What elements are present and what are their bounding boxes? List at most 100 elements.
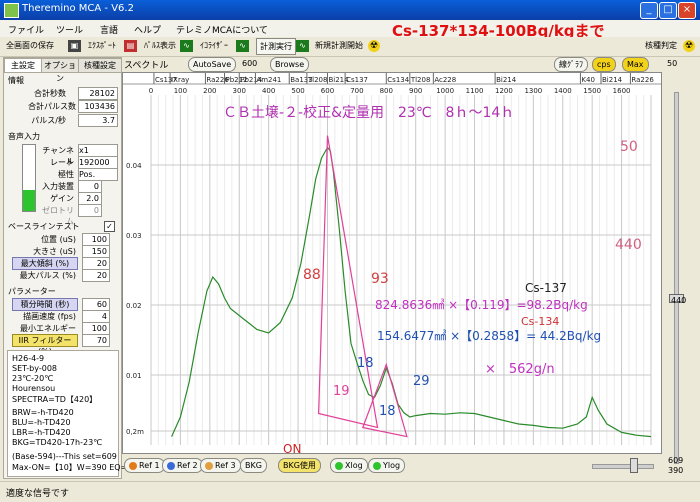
ref3-label: Ref 3 [215,461,236,470]
draw-speed-label: 描画速度 (fps) [23,312,76,321]
integration-time-button[interactable]: 積分時間 (秒) [12,298,78,311]
x-tick-label: 1300 [524,87,542,95]
polarity-label: 極性 [58,170,74,179]
tab-options[interactable]: オプション [41,58,79,83]
isotope-id-button[interactable]: 核種判定 [645,40,677,51]
menu-language[interactable]: 言語 [100,23,118,36]
radiation-icon-2[interactable]: ☢ [683,40,695,52]
title-bar: Theremino MCA - V6.2 _ □ × [0,0,700,20]
autosave-button[interactable]: AutoSave [188,57,237,72]
autosave-value[interactable]: 600 [242,59,257,68]
iir-filter-input[interactable]: 70 [82,334,110,347]
note-line: (Base-594)---This set=609 [12,452,117,461]
ref3-button[interactable]: Ref 3 [200,458,241,473]
iir-filter-button[interactable]: IIR フィルター (%) [12,334,78,356]
isotope-label: Bi214 [496,76,517,84]
max-width-label: 最大パルス (%) [19,271,76,280]
max-slope-button[interactable]: 最大傾斜 (%) [12,257,78,270]
max-width-input[interactable]: 20 [82,269,110,282]
ref3-led-icon [205,461,213,470]
scale-440-label: 440 [671,296,687,305]
run-button[interactable]: 計測実行 [256,38,296,55]
scale-390-label: 390 [668,466,684,475]
max-button[interactable]: Max [622,57,649,72]
status-bar: 適度な信号です [0,481,700,502]
isotope-labels: Cs137IXray Ra226Pb212Pb214Am241 Ba133Tl208… [153,73,654,84]
info-section-title: 情報 [8,76,24,85]
note-line: SPECTRA=TD【420】 [12,395,98,404]
line-graph-button[interactable]: 線ｸﾞﾗﾌ [554,57,588,72]
note-line: BRW=-h-TD420 [12,408,74,417]
save-all-button[interactable]: 全画面の保存 [6,40,54,51]
input-level-meter [22,144,36,212]
isotope-label: Tl208 [410,76,431,84]
close-button[interactable]: × [678,2,696,19]
ref1-button[interactable]: Ref 1 [124,458,165,473]
min-energy-label: 最小エネルギー [20,324,76,333]
ref1-led-icon [129,461,137,470]
annotation-440: 440 [615,237,642,253]
audio-section-title: 音声入力 [8,132,40,141]
note-line: 23℃-20℃ [12,374,54,383]
y-tick-label: 0.02 [126,302,142,310]
scale-609-label: 609 [668,456,684,465]
spectrum-svg[interactable]: Cs137IXray Ra226Pb212Pb214Am241 Ba133Tl208… [123,73,661,456]
note-line: Max-ON=【10】W=390 EQ=ON [12,463,140,472]
note-line: BLU=-h-TD420 [12,418,71,427]
export-button[interactable]: ｴｸｽﾎﾟｰﾄ [88,40,116,51]
tab-isotope-settings[interactable]: 核種設定 [78,58,122,73]
x-tick-label: 1500 [583,87,601,95]
x-tick-label: 200 [203,87,216,95]
app-icon [4,3,19,18]
pulse-icon[interactable]: ∿ [180,40,193,52]
menu-help[interactable]: ヘルプ [134,23,161,36]
bkg-button[interactable]: BKG [240,458,267,473]
settings-panel: 主設定 オプション 核種設定 情報 合計秒数 28102 合計パルス数 1034… [3,57,140,479]
tab-main-settings[interactable]: 主設定 [4,58,42,73]
annotation-cs137: Cs-137 [525,281,567,295]
annotation-cs137-equation: 824.8636㎣ ×【0.119】=98.2Bq/kg [375,298,588,312]
equalizer-icon[interactable]: ∿ [236,40,249,52]
ref2-button[interactable]: Ref 2 [162,458,203,473]
x-tick-label: 700 [350,87,363,95]
minimize-button[interactable]: _ [640,2,658,19]
annotation-19: 19 [333,384,350,399]
equalizer-button[interactable]: ｲｺﾗｲｻﾞｰ [200,40,228,51]
total-seconds-label: 合計秒数 [34,89,66,98]
zero-trim-input[interactable]: 0 [78,204,102,217]
browse-button[interactable]: Browse [270,57,310,72]
annotation-29: 29 [413,374,430,389]
chart-header: スペクトル AutoSave 600 Browse 線ｸﾞﾗﾌ cps Max … [122,57,682,72]
cps-button[interactable]: cps [592,57,616,72]
spectrum-series [171,146,652,438]
isotope-label: Am241 [256,76,281,84]
x-tick-label: 1200 [495,87,513,95]
menu-tools[interactable]: ツール [56,23,83,36]
menu-about[interactable]: テレミノMCAについて [176,23,268,36]
ylog-label: Ylog [383,461,401,470]
camera-icon[interactable]: ▣ [68,40,81,52]
vertical-slider-track[interactable] [674,92,679,464]
xlog-button[interactable]: Xlog [330,458,368,473]
menu-file[interactable]: ファイル [8,23,44,36]
pulse-display-button[interactable]: ﾊﾟﾙｽ表示 [144,40,176,51]
horizontal-slider-track[interactable] [592,464,654,469]
isotope-label: Tl208 [307,76,328,84]
annotation-88: 88 [303,267,321,283]
horizontal-slider-thumb[interactable] [630,458,638,473]
total-pulses-value: 103436 [78,100,118,113]
ylog-button[interactable]: Ylog [368,458,406,473]
radiation-icon[interactable]: ☢ [368,40,380,52]
x-tick-label: 300 [233,87,246,95]
bkg-use-button[interactable]: BKG使用 [278,458,321,473]
export-icon[interactable]: ▤ [124,40,137,52]
new-start-button[interactable]: 新規計測開始 [315,40,363,51]
baseline-checkbox[interactable]: ✓ [104,221,115,232]
note-line: BKG=TD420-17h-23℃ [12,438,103,447]
spectrum-chart[interactable]: Cs137 IXray Ra226 Pb212 Pb214 Am241 Ba133 Tl208… [122,72,662,456]
window-title: Theremino MCA - V6.2 [22,3,134,14]
x-tick-label: 400 [262,87,275,95]
maximize-button[interactable]: □ [659,2,677,19]
position-label: 位置 (uS) [41,235,76,244]
run-icon[interactable]: ∿ [296,40,309,52]
